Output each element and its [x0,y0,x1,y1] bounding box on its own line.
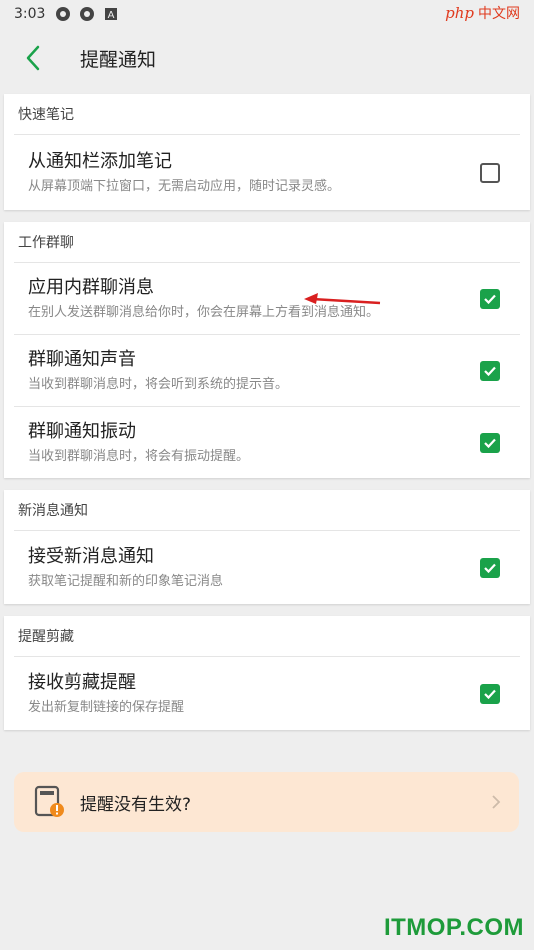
chevron-right-icon [492,795,501,809]
status-time: 3:03 [14,6,46,22]
section-header: 工作群聊 [18,235,74,251]
site-watermark: php 中文网 [445,3,520,23]
watermark-cn: 中文网 [478,6,520,22]
phone-warning-icon [34,785,64,817]
watermark-php: php [445,4,474,22]
checkmark-icon [484,689,496,699]
annotation-arrow-icon [304,293,381,305]
help-label: 提醒没有生效? [80,794,192,815]
setting-row-group-notify-sound[interactable]: 群聊通知声音 当收到群聊消息时，将会听到系统的提示音。 [14,334,520,406]
chevron-left-icon [26,45,40,71]
svg-text:A: A [108,10,115,21]
site-watermark-footer: ITMOP.COM [383,914,524,941]
setting-checkbox[interactable] [480,432,500,453]
setting-title: 应用内群聊消息 [28,276,154,298]
setting-subtitle: 当收到群聊消息时，将会有振动提醒。 [28,448,250,464]
section-new-message: 新消息通知 接受新消息通知 获取笔记提醒和新的印象笔记消息 [4,490,530,604]
setting-checkbox[interactable] [480,360,500,381]
setting-subtitle: 从屏幕顶端下拉窗口，无需启动应用，随时记录灵感。 [28,178,341,194]
setting-subtitle: 在别人发送群聊消息给你时，你会在屏幕上方看到消息通知。 [28,304,380,320]
setting-checkbox[interactable] [480,162,500,183]
section-work-group-chat: 工作群聊 应用内群聊消息 在别人发送群聊消息给你时，你会在屏幕上方看到消息通知。… [4,222,530,478]
app-notification-icon [56,7,71,21]
setting-subtitle: 当收到群聊消息时，将会听到系统的提示音。 [28,376,289,392]
setting-title: 群聊通知声音 [28,348,136,370]
app-bar: 提醒通知 [0,28,534,88]
setting-title: 接收剪藏提醒 [28,671,136,693]
text-notification-icon: A [105,8,118,21]
setting-checkbox[interactable] [480,683,500,704]
setting-row-group-notify-vibrate[interactable]: 群聊通知振动 当收到群聊消息时，将会有振动提醒。 [14,406,520,478]
checkmark-icon [484,366,496,376]
section-quick-note: 快速笔记 从通知栏添加笔记 从屏幕顶端下拉窗口，无需启动应用，随时记录灵感。 [4,94,530,210]
setting-title: 接受新消息通知 [28,545,154,567]
setting-title: 群聊通知振动 [28,420,136,442]
checkmark-icon [484,438,496,448]
section-header: 提醒剪藏 [18,629,74,645]
setting-row-receive-clip-reminder[interactable]: 接收剪藏提醒 发出新复制链接的保存提醒 [14,656,520,730]
reminder-not-working-help[interactable]: 提醒没有生效? [14,772,519,832]
checkmark-icon [484,563,496,573]
setting-subtitle: 发出新复制链接的保存提醒 [28,699,185,715]
checkmark-icon [484,294,496,304]
setting-checkbox[interactable] [480,288,500,309]
setting-title: 从通知栏添加笔记 [28,150,172,172]
setting-row-accept-new-message[interactable]: 接受新消息通知 获取笔记提醒和新的印象笔记消息 [14,530,520,604]
section-header: 新消息通知 [18,503,88,519]
setting-row-notify-add-note[interactable]: 从通知栏添加笔记 从屏幕顶端下拉窗口，无需启动应用，随时记录灵感。 [14,134,520,210]
status-bar: 3:03 A php 中文网 [0,0,534,28]
page-title: 提醒通知 [80,48,157,71]
section-clip-reminder: 提醒剪藏 接收剪藏提醒 发出新复制链接的保存提醒 [4,616,530,730]
app-notification-icon [80,7,95,21]
section-header: 快速笔记 [18,107,74,123]
back-button[interactable] [18,40,48,76]
setting-checkbox[interactable] [480,557,500,578]
setting-row-in-app-group-message[interactable]: 应用内群聊消息 在别人发送群聊消息给你时，你会在屏幕上方看到消息通知。 [14,262,520,334]
setting-subtitle: 获取笔记提醒和新的印象笔记消息 [28,573,224,589]
